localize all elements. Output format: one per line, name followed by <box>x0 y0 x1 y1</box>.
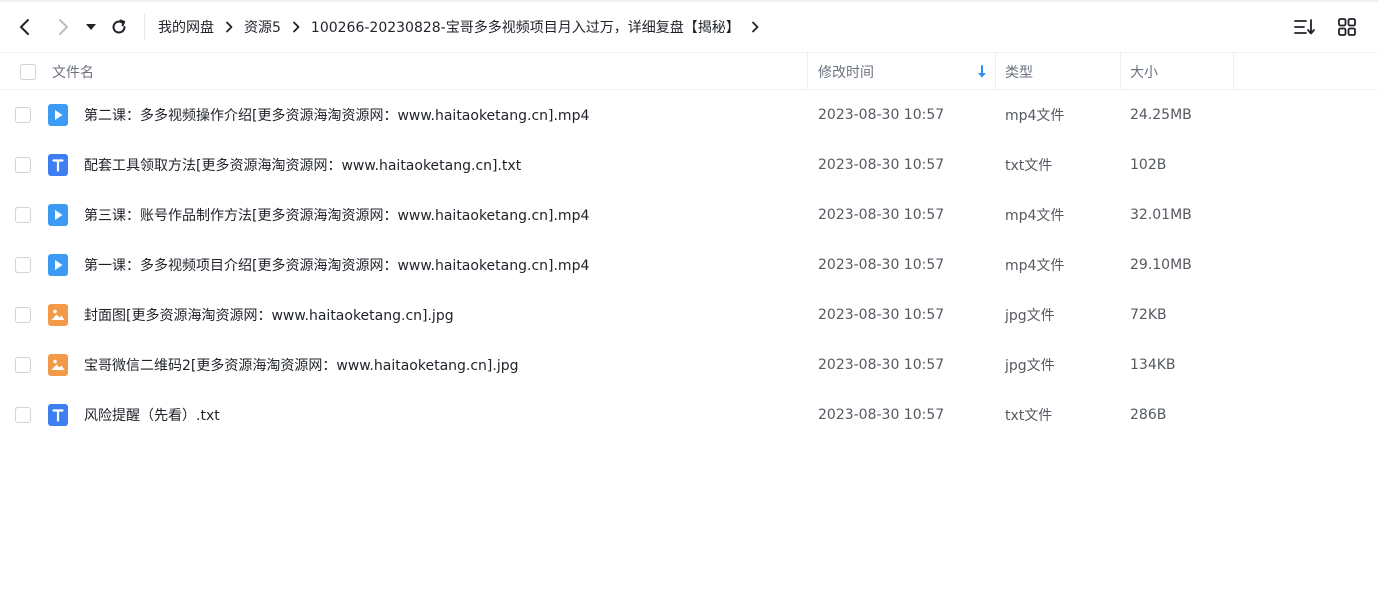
arrow-down-icon <box>978 64 986 77</box>
row-checkbox-cell[interactable] <box>15 190 31 240</box>
header-size[interactable]: 大小 <box>1130 53 1158 90</box>
sort-list-icon <box>1294 19 1315 35</box>
file-modified: 2023-08-30 10:57 <box>818 307 945 323</box>
file-name[interactable]: 第一课：多多视频项目介绍[更多资源海淘资源网：www.haitaoketang.… <box>84 240 589 290</box>
table-row[interactable]: 风险提醒（先看）.txt 2023-08-30 10:57 txt文件 286B <box>0 390 1378 440</box>
row-checkbox-cell[interactable] <box>15 390 31 440</box>
file-modified: 2023-08-30 10:57 <box>818 407 945 423</box>
file-modified: 2023-08-30 10:57 <box>818 357 945 373</box>
chevron-right-icon <box>281 21 311 33</box>
sort-button[interactable] <box>1290 12 1320 42</box>
file-size: 286B <box>1130 407 1167 423</box>
text-file-icon <box>48 404 68 426</box>
table-row[interactable]: 第二课：多多视频操作介绍[更多资源海淘资源网：www.haitaoketang.… <box>0 90 1378 140</box>
checkbox[interactable] <box>15 107 31 123</box>
grid-icon <box>1338 18 1356 36</box>
header-modified[interactable]: 修改时间 <box>818 53 874 90</box>
file-name[interactable]: 风险提醒（先看）.txt <box>84 390 220 440</box>
file-size: 29.10MB <box>1130 257 1192 273</box>
file-type: txt文件 <box>1005 408 1053 424</box>
image-file-icon <box>48 304 68 326</box>
image-file-icon <box>48 354 68 376</box>
file-modified: 2023-08-30 10:57 <box>818 157 945 173</box>
refresh-icon <box>112 19 126 34</box>
toolbar: 我的网盘 资源5 100266-20230828-宝哥多多视频项目月入过万，详细… <box>0 2 1378 52</box>
file-size: 72KB <box>1130 307 1167 323</box>
file-modified: 2023-08-30 10:57 <box>818 257 945 273</box>
checkbox[interactable] <box>20 63 36 80</box>
chevron-right-icon <box>214 21 244 33</box>
row-checkbox-cell[interactable] <box>15 90 31 140</box>
checkbox[interactable] <box>15 257 31 273</box>
table-row[interactable]: 配套工具领取方法[更多资源海淘资源网：www.haitaoketang.cn].… <box>0 140 1378 190</box>
file-name[interactable]: 第三课：账号作品制作方法[更多资源海淘资源网：www.haitaoketang.… <box>84 190 589 240</box>
text-file-icon <box>48 154 68 176</box>
file-name[interactable]: 第二课：多多视频操作介绍[更多资源海淘资源网：www.haitaoketang.… <box>84 90 589 140</box>
chevron-right-icon[interactable] <box>740 21 770 33</box>
file-type: mp4文件 <box>1005 258 1065 274</box>
view-controls <box>1290 10 1362 44</box>
file-type: mp4文件 <box>1005 108 1065 124</box>
chevron-left-icon <box>20 19 29 35</box>
file-modified: 2023-08-30 10:57 <box>818 107 945 123</box>
table-header: 文件名 修改时间 类型 大小 <box>0 52 1378 90</box>
table-row[interactable]: 封面图[更多资源海淘资源网：www.haitaoketang.cn].jpg 2… <box>0 290 1378 340</box>
row-checkbox-cell[interactable] <box>15 240 31 290</box>
grid-view-button[interactable] <box>1332 12 1362 42</box>
row-checkbox-cell[interactable] <box>15 290 31 340</box>
back-button[interactable] <box>8 10 42 44</box>
checkbox[interactable] <box>15 357 31 373</box>
table-row[interactable]: 第三课：账号作品制作方法[更多资源海淘资源网：www.haitaoketang.… <box>0 190 1378 240</box>
file-type: jpg文件 <box>1005 308 1055 324</box>
checkbox[interactable] <box>15 307 31 323</box>
video-file-icon <box>48 204 68 226</box>
video-file-icon <box>48 104 68 126</box>
file-type: mp4文件 <box>1005 208 1065 224</box>
file-size: 134KB <box>1130 357 1176 373</box>
file-size: 32.01MB <box>1130 207 1192 223</box>
video-file-icon <box>48 254 68 276</box>
file-size: 102B <box>1130 157 1167 173</box>
row-checkbox-cell[interactable] <box>15 340 31 390</box>
column-divider[interactable] <box>995 53 996 90</box>
column-divider[interactable] <box>807 53 808 90</box>
table-row[interactable]: 宝哥微信二维码2[更多资源海淘资源网：www.haitaoketang.cn].… <box>0 340 1378 390</box>
file-modified: 2023-08-30 10:57 <box>818 207 945 223</box>
table-row[interactable]: 第一课：多多视频项目介绍[更多资源海淘资源网：www.haitaoketang.… <box>0 240 1378 290</box>
file-name[interactable]: 封面图[更多资源海淘资源网：www.haitaoketang.cn].jpg <box>84 290 454 340</box>
caret-down-icon <box>86 24 96 30</box>
column-divider[interactable] <box>1120 53 1121 90</box>
breadcrumb-item-root[interactable]: 我的网盘 <box>158 17 214 37</box>
refresh-button[interactable] <box>102 10 136 44</box>
select-all-checkbox[interactable] <box>20 53 36 90</box>
file-type: txt文件 <box>1005 158 1053 174</box>
checkbox[interactable] <box>15 207 31 223</box>
breadcrumb-item-folder[interactable]: 资源5 <box>244 17 281 37</box>
column-divider[interactable] <box>1233 53 1234 90</box>
forward-button[interactable] <box>46 10 80 44</box>
header-type[interactable]: 类型 <box>1005 53 1033 90</box>
sort-desc-indicator[interactable] <box>976 53 988 90</box>
checkbox[interactable] <box>15 407 31 423</box>
file-type: jpg文件 <box>1005 358 1055 374</box>
file-name[interactable]: 宝哥微信二维码2[更多资源海淘资源网：www.haitaoketang.cn].… <box>84 340 519 390</box>
file-name[interactable]: 配套工具领取方法[更多资源海淘资源网：www.haitaoketang.cn].… <box>84 140 521 190</box>
file-size: 24.25MB <box>1130 107 1192 123</box>
breadcrumb: 我的网盘 资源5 100266-20230828-宝哥多多视频项目月入过万，详细… <box>158 2 770 52</box>
toolbar-separator <box>144 14 145 40</box>
row-checkbox-cell[interactable] <box>15 140 31 190</box>
chevron-right-icon <box>59 19 68 35</box>
header-name[interactable]: 文件名 <box>52 53 94 90</box>
breadcrumb-item-current[interactable]: 100266-20230828-宝哥多多视频项目月入过万，详细复盘【揭秘】 <box>311 17 740 37</box>
checkbox[interactable] <box>15 157 31 173</box>
